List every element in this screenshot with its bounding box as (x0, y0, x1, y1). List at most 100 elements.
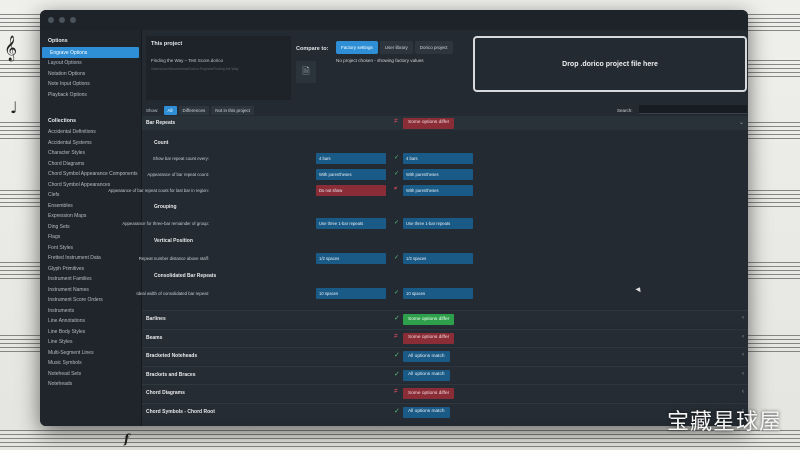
project-value-field[interactable]: 10 spaces (316, 288, 386, 299)
category-row[interactable]: Barlines ✓ Some options differ ‹ (142, 310, 748, 327)
chevron-left-icon[interactable]: ‹ (742, 315, 744, 321)
option-row: Appearance of bar repeat count: With pare… (142, 168, 748, 181)
close-window-button[interactable] (48, 17, 54, 23)
treble-clef-icon: 𝄞 (4, 36, 18, 61)
sidebar-item-collection[interactable]: Accidental Definitions (40, 127, 141, 138)
sidebar-item-option[interactable]: Layout Options (40, 58, 141, 69)
search-input[interactable] (639, 105, 747, 114)
dynamic-mark-icon: f (124, 432, 130, 446)
drop-project-zone[interactable]: Drop .dorico project file here (473, 36, 747, 92)
sidebar-item-collection[interactable]: Character Styles (40, 148, 141, 159)
sidebar-item-collection[interactable]: Accidental Systems (40, 137, 141, 148)
bar-repeats-group-header[interactable]: Bar Repeats ≠ Some options differ ⌄ (142, 116, 748, 130)
sidebar-item-collection[interactable]: Glyph Primitives (40, 263, 141, 274)
category-title: Barlines (146, 316, 166, 322)
category-row[interactable]: Chord Diagrams ≠ Some options differ ‹ (142, 384, 748, 401)
filter-button[interactable]: Differences (178, 105, 210, 115)
sidebar-item-collection[interactable]: Multi-Segment Lines (40, 347, 141, 358)
sidebar-item-option[interactable]: Note Input Options (40, 79, 141, 90)
compare-source-button[interactable]: Factory settings (336, 41, 378, 54)
search-label: Search: (617, 107, 633, 113)
category-row[interactable]: Bracketed Noteheads ✓ All options match ‹ (142, 347, 748, 364)
sidebar-item-collection[interactable]: Instruments (40, 305, 141, 316)
compare-source-button[interactable]: Dorico project (414, 41, 453, 54)
sidebar-item-collection[interactable]: Music Symbols (40, 358, 141, 369)
check-icon: ✓ (394, 155, 400, 161)
option-label: Appearance of bar repeat count: (147, 172, 209, 177)
compare-value-field: With parentheses (403, 169, 473, 180)
sidebar-item-collection[interactable]: Instrument Families (40, 274, 141, 285)
category-row[interactable]: Chord Symbols - Chord Root ✓ All options m… (142, 402, 748, 420)
chevron-left-icon[interactable]: ‹ (742, 352, 744, 358)
sidebar-item-collection[interactable]: Noteheads (40, 379, 141, 390)
category-row[interactable]: Beams ≠ Some options differ ‹ (142, 328, 748, 346)
filter-button[interactable]: Not in this project (211, 105, 254, 115)
sidebar-item-option[interactable]: Engrave Options (42, 47, 139, 58)
sidebar-item-collection[interactable]: Chord Diagrams (40, 158, 141, 169)
sidebar-item-collection[interactable]: Chord Symbol Appearance Components (40, 169, 141, 180)
category-status: Some options differ (403, 388, 455, 399)
sidebar-item-option[interactable]: Playback Options (40, 89, 141, 100)
sidebar-item-collection[interactable]: Font Styles (40, 242, 141, 253)
compare-value-field: Use three 1-bar repeats (403, 218, 473, 229)
project-value-field[interactable]: 4 bars (316, 153, 386, 164)
sidebar-item-collection[interactable]: Flags (40, 232, 141, 243)
check-icon: ✓ (394, 407, 400, 415)
chevron-left-icon[interactable]: ‹ (742, 371, 744, 377)
compare-value-field: 4 bars (403, 153, 473, 164)
document-icon[interactable]: 🗎 (296, 61, 316, 83)
option-row: Show bar repeat count every: 4 bars ✓ 4 bar… (142, 152, 748, 165)
check-icon: ✓ (394, 255, 400, 261)
consolidated-heading: Consolidated Bar Repeats (154, 273, 217, 279)
check-icon: ✓ (394, 220, 400, 226)
option-row: Ideal width of consolidated bar repeat: 1… (136, 287, 748, 300)
category-status: All options match (403, 406, 450, 418)
chevron-down-icon[interactable]: ⌄ (739, 119, 744, 126)
note-icon: ♩ (10, 98, 18, 117)
sidebar-item-collection[interactable]: Expression Maps (40, 211, 141, 222)
sidebar-item-collection[interactable]: Line Styles (40, 337, 141, 348)
sidebar-item-collection[interactable]: Line Annotations (40, 316, 141, 327)
category-row[interactable]: Brackets and Braces ✓ All options match ‹ (142, 365, 748, 383)
category-status: All options match (403, 369, 450, 381)
collections-heading: Collections (48, 117, 76, 124)
compare-source-button[interactable]: User library (379, 41, 413, 54)
compare-value-field: 1/2 spaces (403, 253, 473, 264)
count-heading: Count (154, 140, 169, 146)
category-status: Some options differ (403, 332, 455, 344)
compare-label: Compare to: (296, 46, 329, 52)
sidebar-item-collection[interactable]: Line Body Styles (40, 326, 141, 337)
option-label: Show bar repeat count every: (152, 156, 209, 161)
not-equal-icon: ≠ (394, 186, 398, 192)
chevron-left-icon[interactable]: ‹ (742, 334, 744, 340)
sidebar-item-collection[interactable]: Fretted Instrument Data (40, 253, 141, 264)
chevron-left-icon[interactable]: ‹ (742, 389, 744, 395)
options-comparison-list: Bar Repeats ≠ Some options differ ⌄ Coun… (108, 116, 748, 426)
option-row: Appearance for three-bar remainder of gr… (122, 217, 748, 230)
compare-note: No project chosen - showing factory valu… (336, 58, 424, 63)
watermark: 宝藏星球屋 (666, 410, 782, 435)
project-value-field[interactable]: 1/2 spaces (316, 253, 386, 264)
bar-repeats-title: Bar Repeats (146, 120, 176, 126)
library-manager-window: Options Engrave Options Layout Options Not… (40, 10, 748, 426)
title-bar (40, 10, 748, 30)
compare-value-field: 10 spaces (403, 288, 473, 299)
minimize-window-button[interactable] (59, 17, 65, 23)
bar-repeats-status: Some options differ (403, 117, 455, 129)
sidebar-item-collection[interactable]: Ensembles (40, 200, 141, 211)
project-value-field[interactable]: With parentheses (316, 169, 386, 180)
category-status: All options match (403, 351, 450, 362)
check-icon: ✓ (394, 171, 400, 177)
project-value-field[interactable]: Use three 1-bar repeats (316, 218, 386, 229)
project-path: /Users/user/Documents/Dorico Projects/Fi… (151, 67, 239, 71)
zoom-window-button[interactable] (70, 17, 76, 23)
filter-button[interactable]: All (163, 105, 177, 115)
project-value-field[interactable]: Do not show (316, 185, 386, 196)
sidebar-item-collection[interactable]: Instrument Names (40, 284, 141, 295)
sidebar-item-option[interactable]: Notation Options (40, 68, 141, 79)
options-heading: Options (48, 38, 68, 44)
option-label: Appearance of bar repeat count for last … (108, 188, 209, 193)
grouping-heading: Grouping (154, 204, 177, 210)
sidebar-item-collection[interactable]: Notehead Sets (40, 368, 141, 379)
sidebar-item-collection[interactable]: Instrument Score Orders (40, 295, 141, 306)
